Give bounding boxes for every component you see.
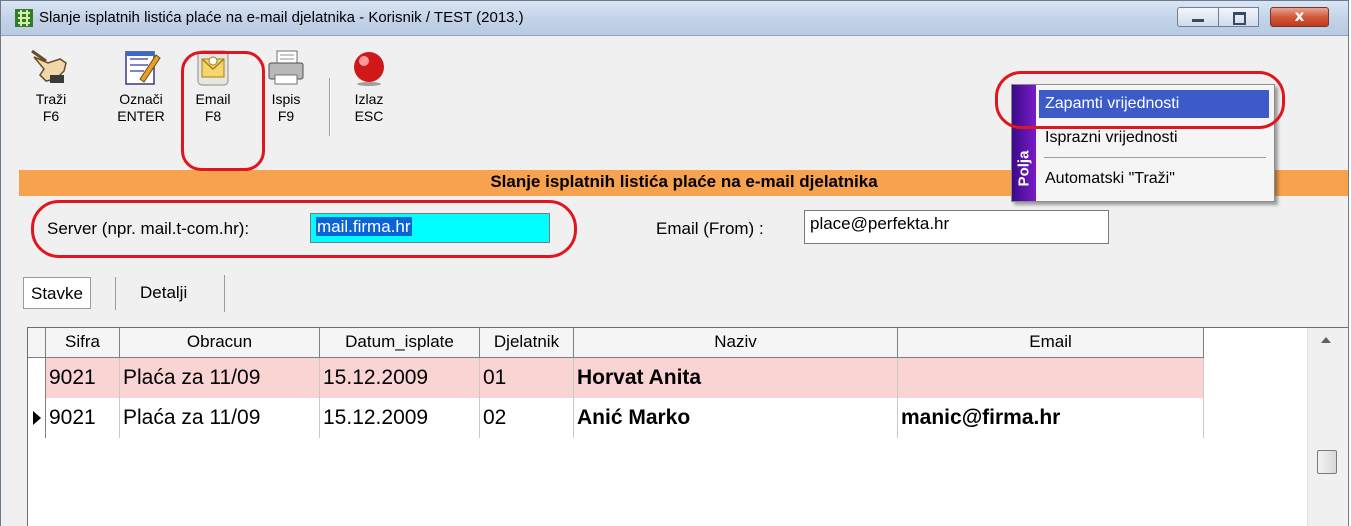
close-icon: x: [1294, 7, 1305, 25]
cell-djelatnik: 02: [480, 398, 574, 438]
column-header-djelatnik[interactable]: Djelatnik: [480, 328, 574, 358]
cell-naziv: Horvat Anita: [574, 358, 898, 398]
search-button-key: F6: [42, 108, 60, 124]
cell-email: manic@firma.hr: [898, 398, 1204, 438]
cell-djelatnik: 01: [480, 358, 574, 398]
row-indicator: [28, 358, 46, 398]
cell-sifra: 9021: [46, 398, 120, 438]
email-button-label: Email: [195, 91, 231, 107]
email-button-key: F8: [204, 108, 222, 124]
cell-datum: 15.12.2009: [320, 358, 480, 398]
menu-item-isprazni-vrijednosti[interactable]: Isprazni vrijednosti: [1039, 124, 1269, 152]
menu-item-label: Zapamti vrijednosti: [1045, 95, 1180, 112]
email-from-label: Email (From) :: [656, 219, 764, 238]
email-button[interactable]: Email F8: [187, 42, 239, 162]
mark-button-key: ENTER: [117, 108, 165, 124]
email-from-input[interactable]: place@perfekta.hr: [804, 210, 1109, 244]
envelope-icon: [197, 50, 229, 86]
column-header-datum-isplate[interactable]: Datum_isplate: [320, 328, 480, 358]
search-button-label: Traži: [35, 91, 67, 107]
notepad-pencil-icon: [125, 51, 161, 85]
mark-button-label: Označi: [119, 91, 163, 107]
table-row[interactable]: 9021 Plaća za 11/09 15.12.2009 01 Horvat…: [28, 358, 1204, 398]
exit-button-key: ESC: [354, 108, 384, 124]
cell-sifra: 9021: [46, 358, 120, 398]
cell-email: [898, 358, 1204, 398]
app-grid-icon: [15, 9, 33, 27]
print-button-label: Ispis: [271, 91, 301, 107]
email-from-value: place@perfekta.hr: [810, 214, 950, 233]
cell-obracun: Plaća za 11/09: [120, 398, 320, 438]
title-bar[interactable]: Slanje isplatnih listića plaće na e-mail…: [1, 1, 1348, 36]
search-button[interactable]: Traži F6: [27, 42, 75, 162]
printer-icon: [268, 50, 304, 85]
toolbar-separator: [329, 78, 331, 136]
print-button[interactable]: Ispis F9: [263, 42, 309, 162]
current-row-arrow-icon: [33, 411, 41, 425]
maximize-button[interactable]: [1218, 7, 1259, 27]
cell-obracun: Plaća za 11/09: [120, 358, 320, 398]
server-input-value: mail.firma.hr: [316, 217, 412, 236]
data-grid[interactable]: Sifra Obracun Datum_isplate Djelatnik Na…: [27, 327, 1348, 526]
tab-stavke[interactable]: Stavke: [23, 277, 91, 309]
column-header-email[interactable]: Email: [898, 328, 1204, 358]
mark-button[interactable]: Označi ENTER: [109, 42, 173, 162]
context-menu-side-label: Polja: [1015, 150, 1033, 187]
vertical-scrollbar[interactable]: [1307, 328, 1348, 526]
tab-separator: [115, 277, 116, 310]
table-row[interactable]: 9021 Plaća za 11/09 15.12.2009 02 Anić M…: [28, 398, 1204, 438]
tab-separator: [224, 275, 225, 312]
scrollbar-thumb[interactable]: [1317, 450, 1337, 474]
server-input[interactable]: mail.firma.hr: [310, 213, 550, 243]
cell-naziv: Anić Marko: [574, 398, 898, 438]
scroll-up-arrow-icon[interactable]: [1321, 337, 1331, 343]
menu-item-label: Automatski "Traži": [1045, 170, 1175, 187]
exit-button-label: Izlaz: [354, 91, 384, 107]
menu-separator: [1044, 157, 1266, 158]
column-header-obracun[interactable]: Obracun: [120, 328, 320, 358]
row-indicator: [28, 398, 46, 438]
tab-detalji[interactable]: Detalji: [133, 277, 194, 309]
cell-datum: 15.12.2009: [320, 398, 480, 438]
pointing-hand-icon: [31, 49, 67, 83]
tab-bar: Stavke Detalji: [19, 271, 1348, 316]
menu-item-zapamti-vrijednosti[interactable]: Zapamti vrijednosti: [1039, 90, 1269, 118]
main-window: Slanje isplatnih listića plaće na e-mail…: [0, 0, 1349, 526]
menu-item-label: Isprazni vrijednosti: [1045, 129, 1178, 146]
red-ball-icon: [354, 52, 384, 86]
grid-header-row: Sifra Obracun Datum_isplate Djelatnik Na…: [28, 328, 1204, 358]
server-label: Server (npr. mail.t-com.hr):: [47, 219, 250, 238]
column-header-sifra[interactable]: Sifra: [46, 328, 120, 358]
close-button[interactable]: x: [1270, 7, 1329, 27]
menu-item-automatski-trazi[interactable]: Automatski "Traži": [1039, 165, 1269, 193]
exit-button[interactable]: Izlaz ESC: [345, 42, 393, 162]
header-indicator-cell: [28, 328, 46, 358]
minimize-button[interactable]: [1177, 7, 1218, 27]
context-menu: Polja Zapamti vrijednosti Isprazni vrije…: [1011, 84, 1275, 202]
column-header-naziv[interactable]: Naziv: [574, 328, 898, 358]
window-title: Slanje isplatnih listića plaće na e-mail…: [39, 9, 524, 26]
context-menu-sidebar: Polja: [1012, 85, 1036, 201]
print-button-key: F9: [277, 108, 295, 124]
